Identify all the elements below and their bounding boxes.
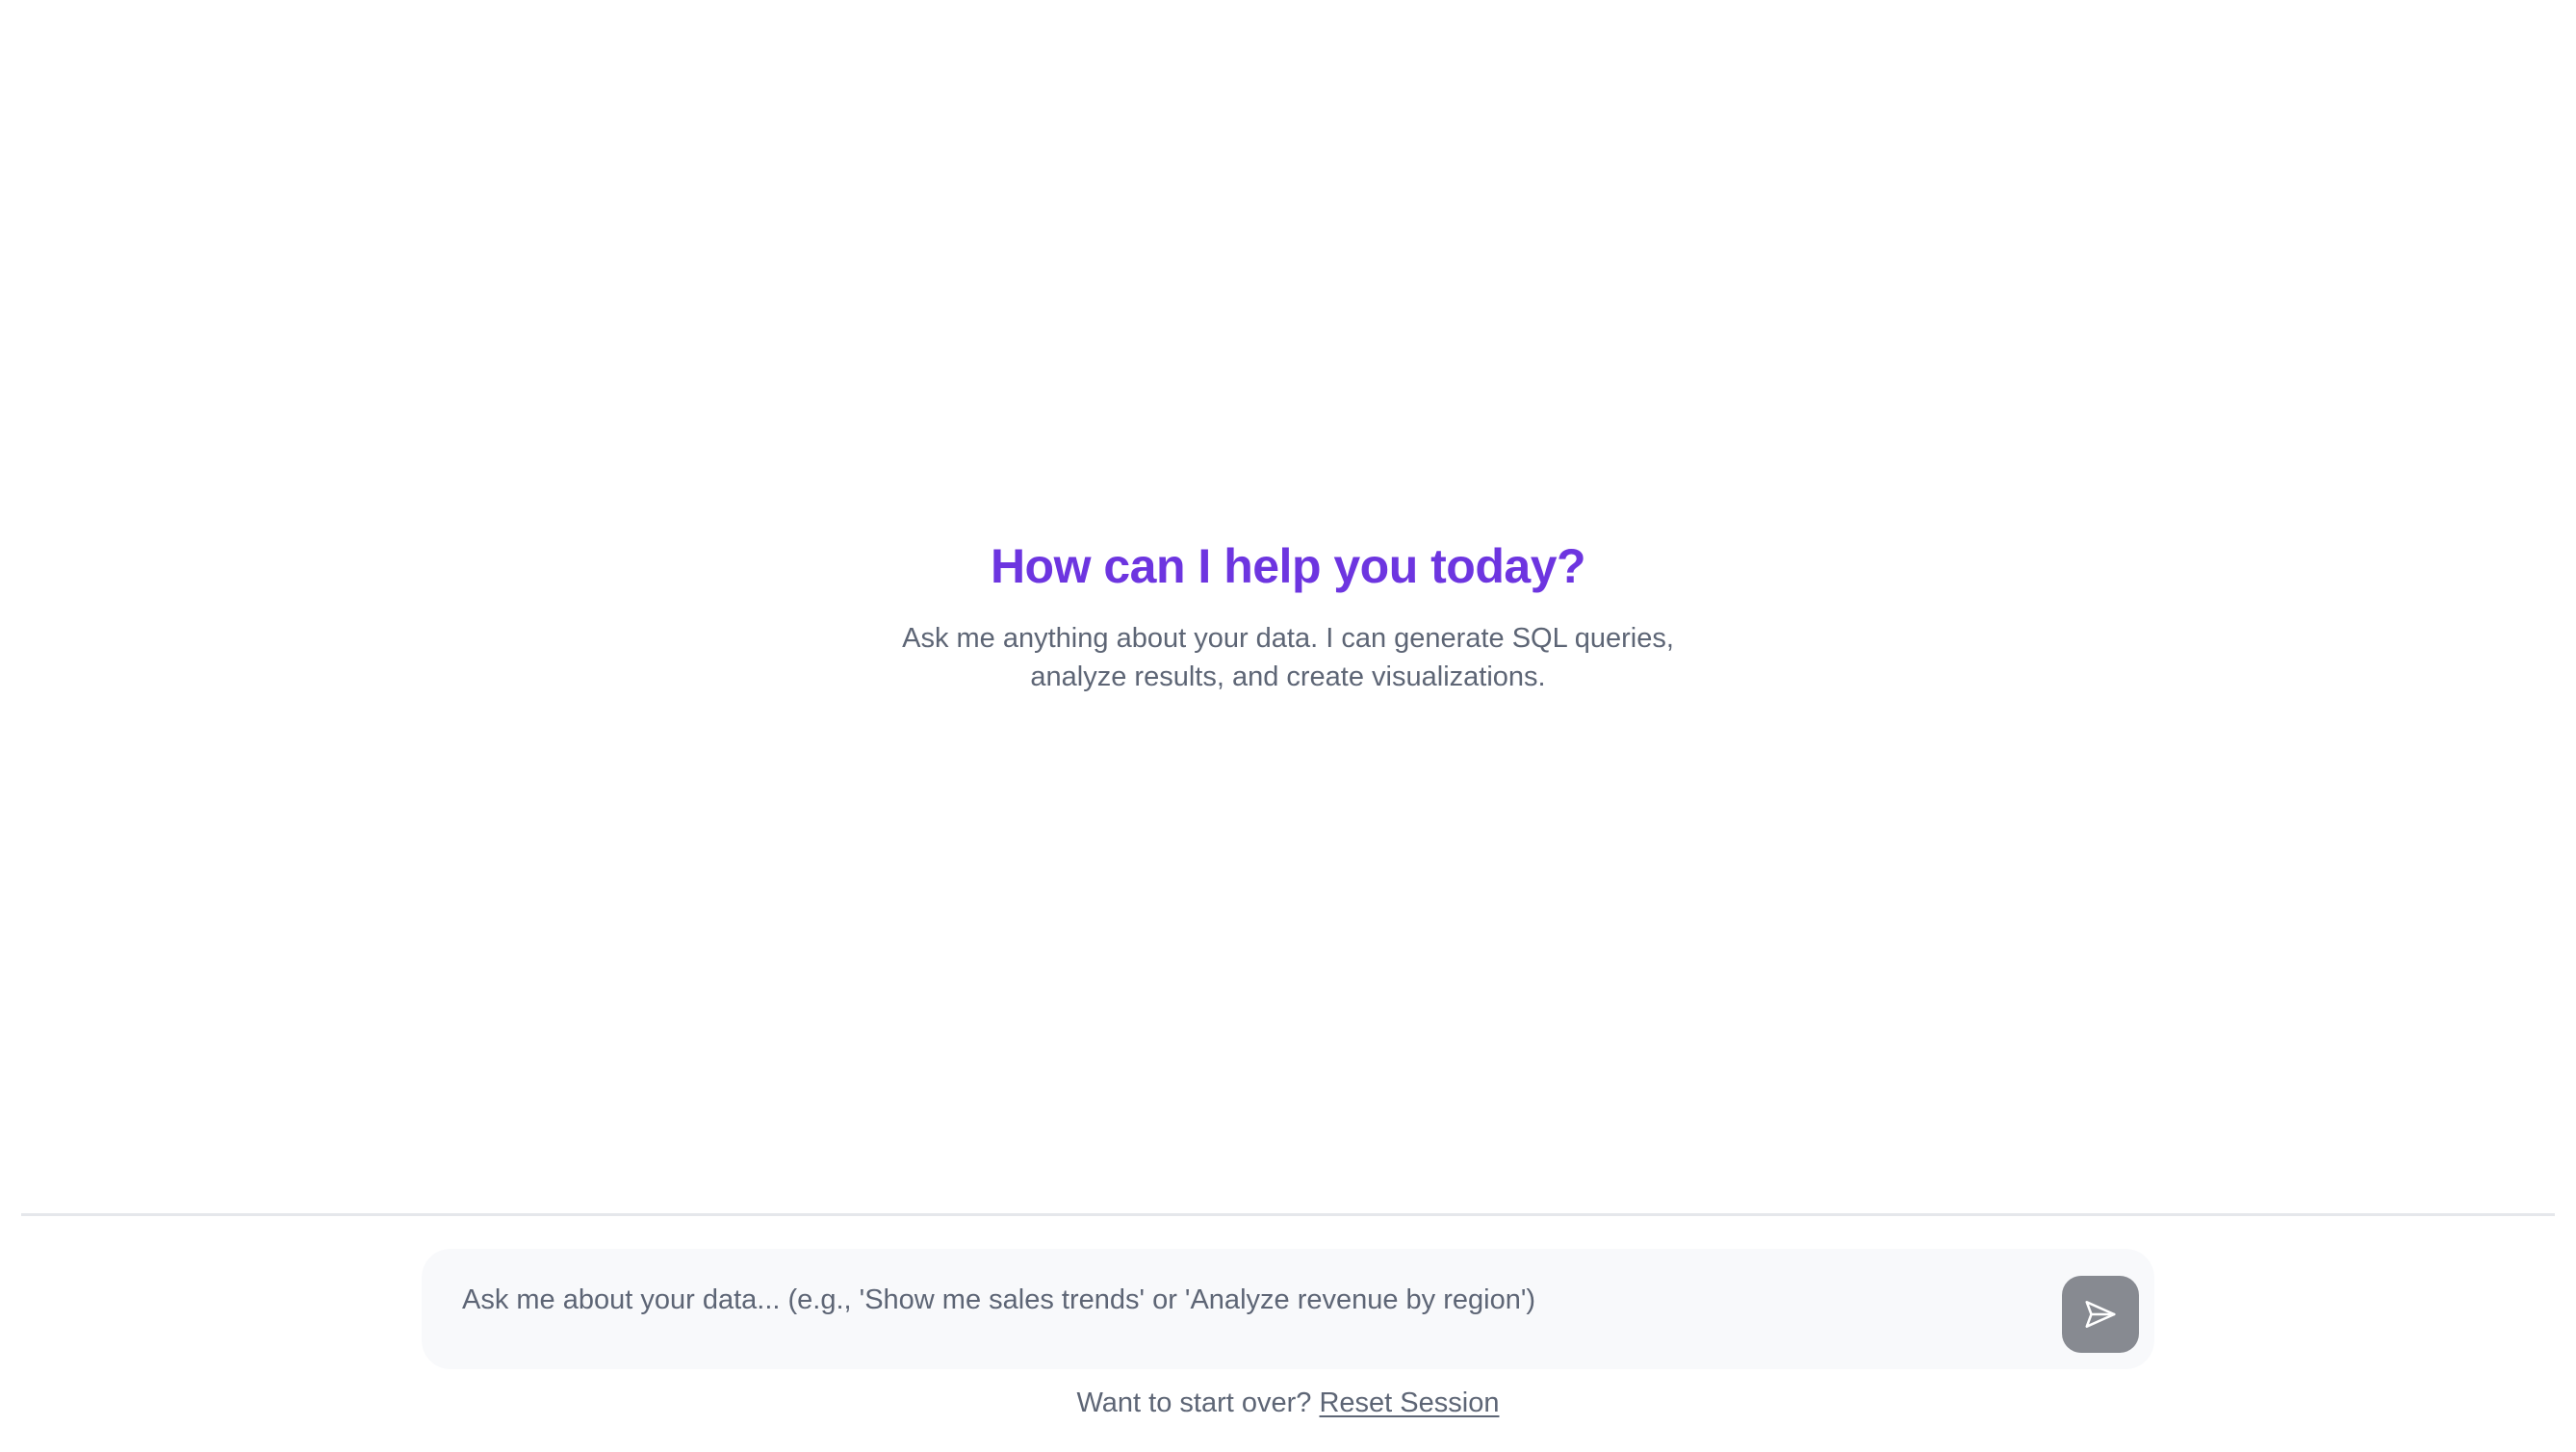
reset-footer: Want to start over? Reset Session <box>0 1384 2576 1422</box>
reset-session-link[interactable]: Reset Session <box>1319 1387 1499 1418</box>
welcome-subtitle: Ask me anything about your data. I can g… <box>902 623 1674 692</box>
send-button[interactable] <box>2062 1276 2139 1353</box>
chat-composer <box>422 1249 2154 1369</box>
chat-input[interactable] <box>460 1278 2052 1322</box>
reset-prompt: Want to start over? <box>1076 1387 1312 1418</box>
welcome-title: How can I help you today? <box>990 539 1586 593</box>
send-icon <box>2085 1301 2116 1328</box>
chat-app: How can I help you today? Ask me anythin… <box>0 0 2576 1452</box>
composer-divider <box>21 1213 2555 1216</box>
welcome-section: How can I help you today? Ask me anythin… <box>0 534 2576 696</box>
